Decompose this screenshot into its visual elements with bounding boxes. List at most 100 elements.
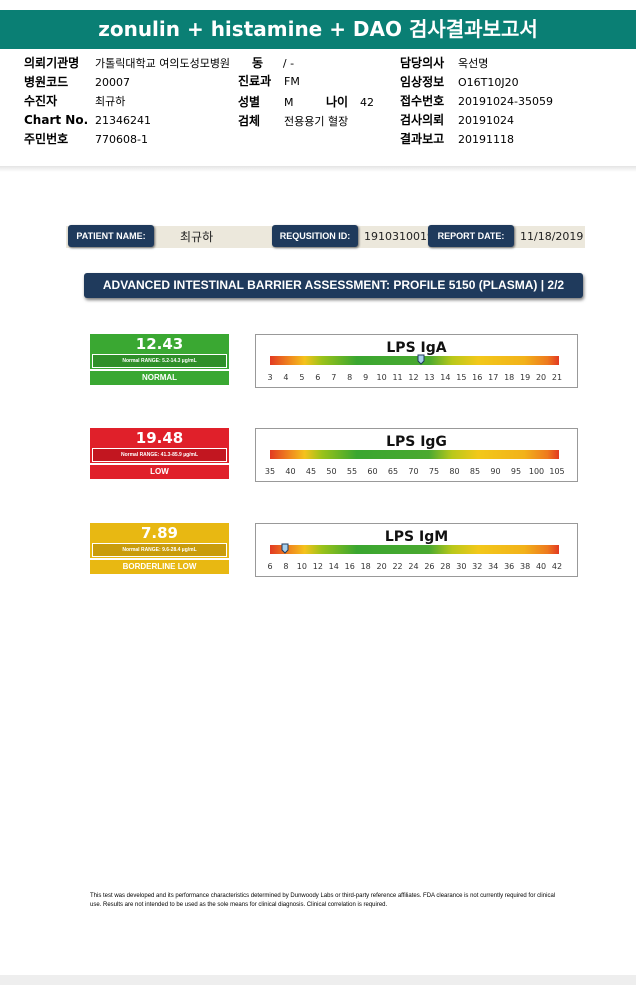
- info-value: 최규하: [95, 95, 126, 108]
- info-label: 주민번호: [24, 132, 69, 146]
- gauge-tick-label: 8: [347, 373, 353, 382]
- gauge-tick-label: 36: [504, 562, 515, 571]
- gauge-tick-label: 75: [428, 467, 440, 476]
- gauge-tick-label: 10: [376, 373, 387, 382]
- gauge-tick-label: 30: [456, 562, 467, 571]
- gauge-tick-label: 22: [392, 562, 403, 571]
- result-gauge: LPS IgG 35 40 45 50 55 60 65 70 75 80 85 90 95 100 105: [255, 428, 578, 482]
- info-mid: 동 / -: [252, 54, 294, 73]
- result-normal-range: Normal RANGE: 9.6-28.4 µg/mL: [92, 543, 227, 557]
- gauge-tick-label: 6: [267, 562, 273, 571]
- gauge-tick-label: 16: [472, 373, 483, 382]
- gauge-tick-label: 32: [472, 562, 483, 571]
- gauge-color-bar: [270, 450, 559, 459]
- gauge-tick-label: 14: [440, 373, 451, 382]
- gauge-tick-label: 15: [456, 373, 467, 382]
- gauge-tick-label: 85: [469, 467, 481, 476]
- info-label: 검사의뢰: [400, 113, 445, 127]
- info-right: 담당의사 옥선명 임상정보 O16T10J20 접수번호 20191024-35059…: [400, 54, 553, 149]
- info-label: 동: [252, 56, 264, 70]
- gauge-tick-label: 10: [296, 562, 307, 571]
- info-value: 옥선명: [458, 57, 489, 70]
- disclaimer-footer: This test was developed and its performa…: [90, 893, 556, 908]
- gauge-tick-label: 20: [535, 373, 547, 382]
- gauge-tick-label: 12: [408, 373, 419, 382]
- gauge-ticks: 35 40 45 50 55 60 65 70 75 80 85 90 95 100 105: [262, 466, 567, 478]
- gauge-tick-label: 60: [367, 467, 378, 476]
- info-label: Chart No.: [24, 113, 89, 127]
- info-label: 수진자: [24, 94, 58, 108]
- info-value: O16T10J20: [458, 76, 519, 89]
- result-value-box: 12.43 Normal RANGE: 5.2-14.3 µg/mL: [90, 334, 229, 369]
- result-value: 19.48: [135, 429, 184, 447]
- gauge-marker-icon: [417, 354, 425, 365]
- patient-name-label: PATIENT NAME:: [68, 225, 154, 247]
- gauge-ticks: 3 4 5 6 7 8 9 10 11 12 13 14 15 16 17 18 19 20 21: [262, 372, 567, 384]
- info-label: 나이: [326, 95, 349, 109]
- result-status: NORMAL: [90, 371, 229, 385]
- result-value: 12.43: [135, 335, 184, 353]
- info-mid: 성별 M 나이 42: [238, 93, 374, 112]
- gauge-tick-label: 70: [408, 467, 419, 476]
- gauge-tick-label: 35: [264, 467, 276, 476]
- info-label: 병원코드: [24, 75, 69, 89]
- requisition-id-label: REQUSITION ID:: [272, 225, 358, 247]
- gauge-tick-label: 5: [299, 373, 305, 382]
- report-date-label: REPORT DATE:: [428, 225, 514, 247]
- gauge-tick-label: 55: [346, 467, 358, 476]
- gauge-tick-label: 50: [326, 467, 337, 476]
- gauge-marker-icon: [281, 543, 289, 554]
- info-label: 성별: [238, 95, 261, 109]
- info-value: 20191118: [458, 133, 514, 146]
- gauge-tick-label: 12: [312, 562, 323, 571]
- info-value: / -: [282, 57, 295, 70]
- gauge-tick-label: 18: [504, 373, 515, 382]
- info-value: 20191024-35059: [458, 95, 553, 108]
- info-label: 담당의사: [400, 56, 445, 70]
- gauge-tick-label: 20: [376, 562, 387, 571]
- gauge-tick-label: 19: [520, 373, 531, 382]
- gauge-tick-label: 4: [283, 373, 289, 382]
- gauge-tick-label: 42: [551, 562, 563, 571]
- result-value: 7.89: [140, 524, 178, 542]
- info-value: 42: [360, 96, 374, 109]
- gauge-tick-label: 80: [449, 467, 460, 476]
- info-label: 접수번호: [400, 94, 445, 108]
- gauge-tick-label: 9: [363, 373, 369, 382]
- info-value: 21346241: [95, 114, 151, 127]
- info-mid: 진료과 FM: [238, 72, 300, 91]
- gauge-tick-label: 95: [510, 467, 522, 476]
- info-value: M: [284, 96, 294, 109]
- gauge-title: LPS IgG: [386, 434, 447, 450]
- result-status: BORDERLINE LOW: [90, 560, 229, 574]
- result-normal-range: Normal RANGE: 41.3-85.9 µg/mL: [92, 448, 227, 462]
- gauge-tick-label: 18: [360, 562, 371, 571]
- report-title: zonulin + histamine + DAO 검사결과보고서: [0, 10, 636, 48]
- report-date-value: 11/18/2019: [520, 230, 584, 243]
- header-divider: [0, 48, 636, 49]
- gauge-tick-label: 28: [440, 562, 451, 571]
- gauge-tick-label: 100: [528, 467, 545, 476]
- gauge-tick-label: 38: [520, 562, 531, 571]
- gauge-title: LPS IgM: [384, 529, 449, 545]
- section-separator: [0, 166, 636, 172]
- info-left: 의뢰기관명 가톨릭대학교 여의도성모병원 병원코드 20007 수진자 최규하 Cha…: [24, 54, 230, 149]
- result-normal-range: Normal RANGE: 5.2-14.3 µg/mL: [92, 354, 227, 368]
- info-value: 20191024: [458, 114, 514, 127]
- gauge-tick-label: 7: [331, 373, 337, 382]
- gauge-tick-label: 90: [490, 467, 501, 476]
- gauge-tick-label: 40: [535, 562, 547, 571]
- gauge-tick-label: 8: [283, 562, 289, 571]
- gauge-tick-label: 21: [551, 373, 563, 382]
- info-value: 770608-1: [95, 133, 148, 146]
- info-mid: 검체 전용용기 혈장: [238, 112, 348, 131]
- result-gauge: LPS IgM 6 8 10 12 14 16 18 20 22 24 26 28 30 32 34 36 38…: [255, 523, 578, 577]
- gauge-tick-label: 14: [328, 562, 339, 571]
- info-label: 임상정보: [400, 75, 445, 89]
- result-status: LOW: [90, 465, 229, 479]
- gauge-tick-label: 40: [285, 467, 296, 476]
- info-value: FM: [284, 75, 300, 88]
- info-label: 결과보고: [400, 132, 445, 146]
- requisition-id-value: 1910310019: [364, 230, 434, 243]
- gauge-tick-label: 3: [267, 373, 273, 382]
